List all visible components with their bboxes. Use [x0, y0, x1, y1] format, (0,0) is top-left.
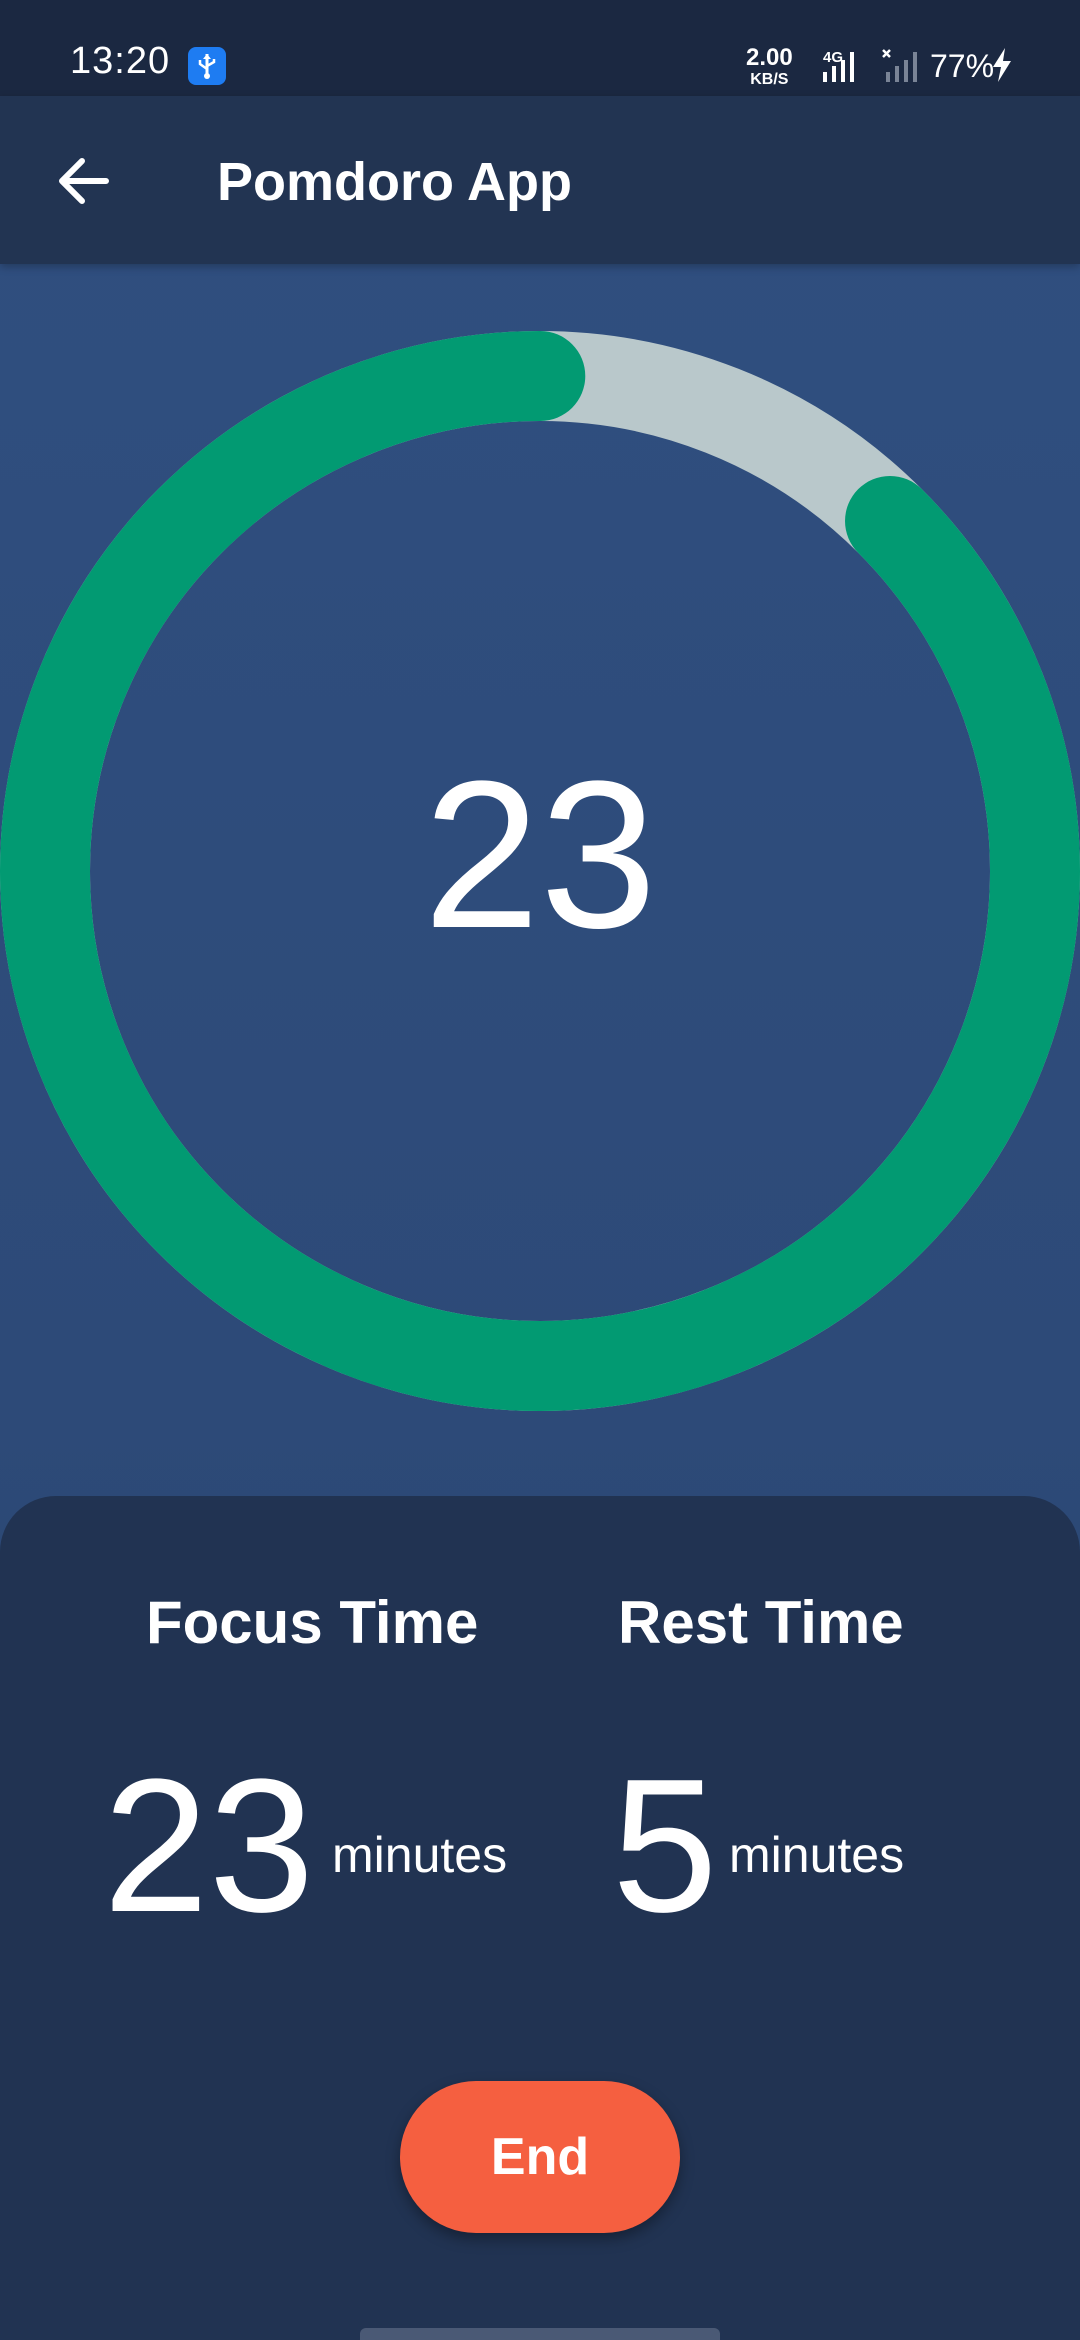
network-speed-value: 2.00 [746, 44, 793, 71]
status-time: 13:20 [70, 40, 171, 82]
usb-icon [188, 47, 226, 85]
home-indicator[interactable] [360, 2328, 720, 2340]
timer-ring: 23 [0, 330, 1080, 1412]
network-speed: 2.00 KB/S [746, 46, 793, 88]
focus-time-unit: minutes [332, 1827, 508, 1883]
timer-count: 23 [423, 737, 657, 972]
network-type-label: 4G [823, 49, 843, 66]
focus-time-label: Focus Time [146, 1589, 479, 1656]
rest-time-label: Rest Time [618, 1589, 904, 1656]
battery-level: 77% [930, 48, 995, 84]
no-signal-icon [882, 49, 917, 82]
rest-time-unit: minutes [729, 1827, 905, 1883]
arrow-left-icon[interactable] [48, 146, 118, 216]
end-button[interactable]: End [400, 2081, 680, 2233]
focus-time-value: 23 [103, 1740, 315, 1952]
cell-signal-icon: 4G [823, 49, 854, 82]
app-title: Pomdoro App [217, 152, 572, 212]
charging-icon [993, 48, 1011, 82]
status-bar: 13:20 2.00 KB/S 4G 77% [0, 0, 1080, 96]
app-bar: Pomdoro App [0, 96, 1080, 264]
network-speed-unit: KB/S [750, 71, 789, 88]
stats-panel: Focus Time Rest Time 23 minutes 5 minute… [0, 1496, 1080, 2340]
rest-time-value: 5 [612, 1740, 718, 1952]
